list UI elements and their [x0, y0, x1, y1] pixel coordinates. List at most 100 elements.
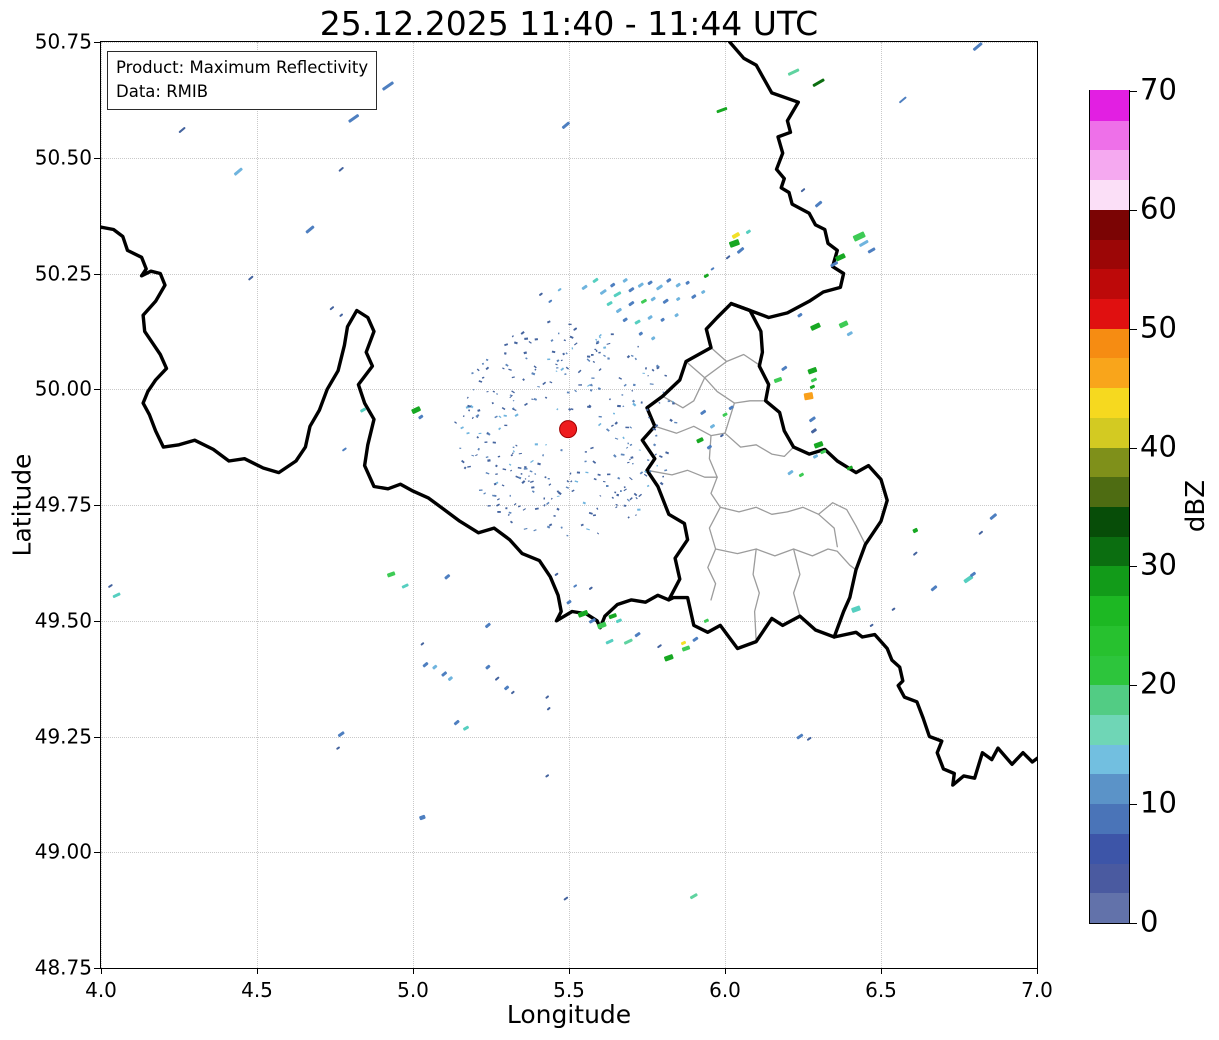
- radar-echo: [419, 814, 426, 821]
- radar-echo: [781, 365, 788, 371]
- x-axis-label: Longitude: [506, 1000, 632, 1029]
- radar-echo: [662, 298, 669, 304]
- radar-echo: [610, 282, 616, 288]
- clutter-speck: [517, 505, 521, 508]
- clutter-speck: [512, 446, 515, 449]
- clutter-speck: [525, 357, 528, 360]
- y-tick: [94, 389, 101, 391]
- radar-echo: [233, 167, 243, 176]
- clutter-speck: [511, 376, 515, 379]
- clutter-speck: [570, 480, 573, 483]
- district-border: [654, 402, 736, 437]
- radar-echo: [599, 289, 607, 295]
- radar-echo: [463, 725, 469, 731]
- radar-echo: [674, 313, 679, 318]
- clutter-speck: [644, 367, 648, 370]
- clutter-speck: [637, 345, 639, 348]
- clutter-speck: [542, 454, 545, 457]
- clutter-speck: [639, 471, 644, 475]
- colorbar-segment: [1090, 862, 1129, 894]
- clutter-speck: [610, 333, 614, 336]
- clutter-speck: [590, 446, 594, 450]
- clutter-speck: [659, 455, 663, 458]
- radar-echo: [573, 584, 578, 588]
- clutter-speck: [570, 408, 574, 411]
- clutter-speck: [508, 368, 512, 371]
- clutter-speck: [557, 332, 560, 335]
- radar-echo: [441, 671, 448, 677]
- colorbar-segment: [1090, 654, 1129, 686]
- radar-echo: [972, 42, 983, 51]
- radar-echo: [338, 167, 344, 172]
- colorbar-tick-label: 50: [1140, 310, 1177, 345]
- radar-echo: [675, 282, 681, 288]
- clutter-speck: [606, 473, 611, 476]
- clutter-speck: [586, 355, 591, 358]
- colorbar-segment: [1090, 773, 1129, 805]
- radar-echo: [814, 200, 823, 208]
- clutter-speck: [614, 421, 618, 425]
- clutter-speck: [596, 532, 600, 535]
- colorbar-tick-label: 0: [1140, 904, 1159, 939]
- clutter-speck: [664, 374, 668, 377]
- clutter-speck: [592, 514, 596, 517]
- clutter-speck: [606, 342, 611, 345]
- radar-echo: [495, 676, 500, 681]
- clutter-speck: [463, 466, 467, 470]
- clutter-speck: [598, 368, 602, 372]
- colorbar-segment: [1090, 328, 1129, 359]
- radar-echo: [360, 407, 367, 413]
- clutter-speck: [629, 497, 633, 501]
- radar-echo: [736, 247, 745, 254]
- clutter-speck: [638, 493, 643, 498]
- radar-echo: [336, 746, 340, 750]
- radar-echo: [676, 297, 681, 301]
- clutter-speck: [545, 444, 547, 446]
- clutter-speck: [606, 428, 610, 432]
- x-tick: [881, 968, 882, 974]
- clutter-speck: [631, 399, 636, 403]
- clutter-speck: [487, 505, 491, 507]
- clutter-speck: [495, 464, 498, 468]
- clutter-speck: [627, 442, 629, 445]
- clutter-speck: [520, 473, 523, 475]
- clutter-speck: [596, 507, 599, 510]
- info-box-data-source: Data: RMIB: [116, 81, 209, 101]
- clutter-speck: [560, 449, 563, 452]
- radar-echo: [701, 290, 706, 294]
- clutter-speck: [467, 465, 471, 468]
- colorbar-tick-label: 40: [1140, 428, 1177, 463]
- clutter-speck: [578, 384, 583, 386]
- clutter-speck: [610, 424, 614, 427]
- y-axis-label: Latitude: [7, 453, 37, 557]
- colorbar-tick: [1130, 685, 1137, 687]
- radar-echo: [813, 441, 824, 449]
- clutter-speck: [586, 528, 590, 531]
- clutter-speck: [544, 396, 548, 399]
- radar-echo: [420, 642, 425, 646]
- colorbar-tick: [1130, 923, 1137, 924]
- district-border: [710, 346, 762, 367]
- radar-echo: [725, 255, 731, 260]
- clutter-speck: [537, 462, 541, 466]
- radar-echo: [807, 367, 818, 375]
- clutter-speck: [651, 368, 655, 372]
- clutter-speck: [569, 472, 572, 475]
- clutter-speck: [534, 443, 538, 446]
- clutter-speck: [492, 390, 495, 393]
- clutter-speck: [637, 508, 641, 511]
- radar-echo: [444, 574, 451, 580]
- clutter-speck: [495, 473, 498, 476]
- clutter-speck: [574, 480, 579, 483]
- radar-echo: [485, 664, 491, 670]
- colorbar-segment: [1090, 565, 1129, 597]
- district-border: [719, 502, 867, 546]
- colorbar-tick: [1130, 566, 1137, 568]
- clutter-speck: [534, 507, 539, 511]
- radar-echo: [615, 307, 622, 314]
- clutter-speck: [603, 354, 606, 357]
- radar-echo: [859, 239, 869, 247]
- radar-echo: [546, 707, 551, 711]
- colorbar-segment: [1090, 714, 1129, 745]
- district-border: [817, 513, 838, 548]
